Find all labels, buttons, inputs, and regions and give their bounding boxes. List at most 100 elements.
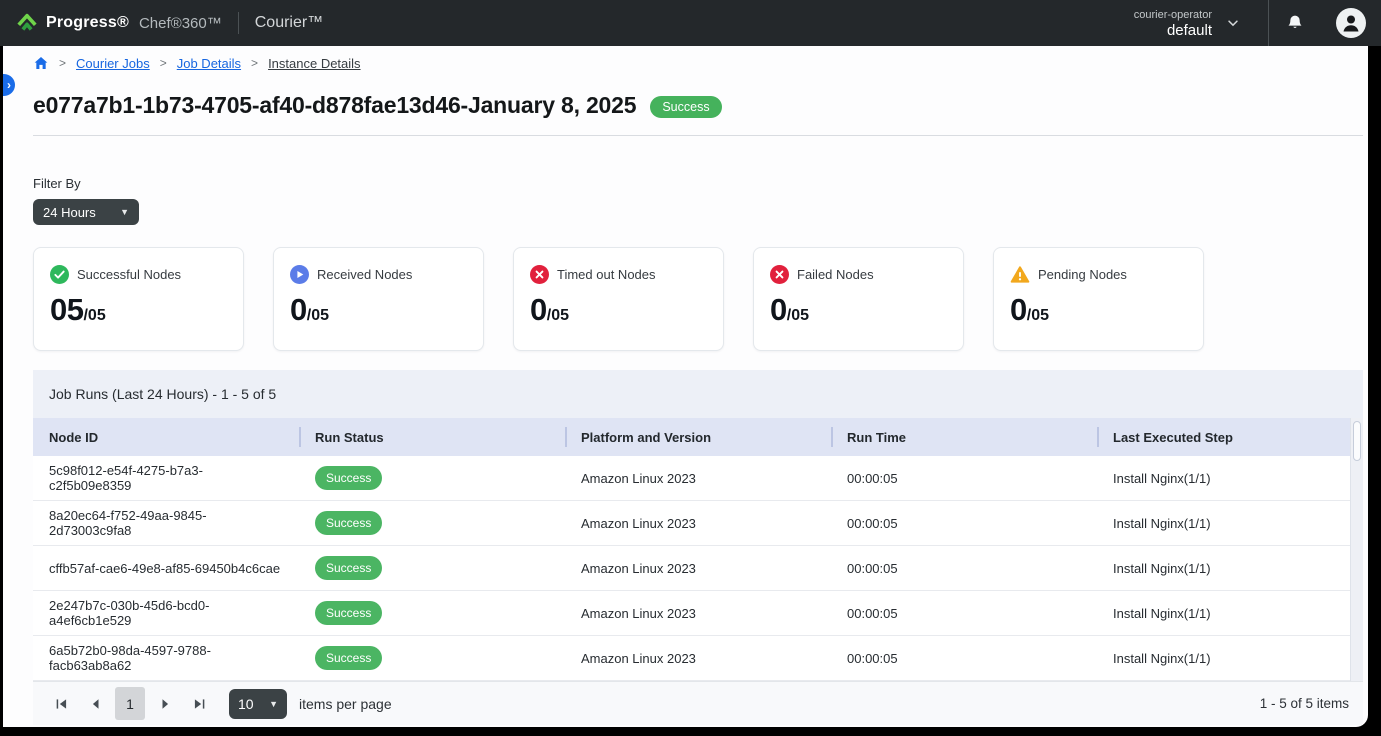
column-header-last-step[interactable]: Last Executed Step xyxy=(1097,418,1363,456)
run-status-badge: Success xyxy=(315,466,382,490)
first-page-button[interactable] xyxy=(47,688,75,720)
stat-card-failed-nodes: Failed Nodes 0/05 xyxy=(753,247,964,351)
breadcrumb-separator: > xyxy=(59,56,66,70)
notifications-button[interactable] xyxy=(1269,13,1321,33)
cell-platform: Amazon Linux 2023 xyxy=(565,561,831,576)
home-icon[interactable] xyxy=(33,55,49,71)
cell-last-step: Install Nginx(1/1) xyxy=(1097,561,1363,576)
cell-last-step: Install Nginx(1/1) xyxy=(1097,606,1363,621)
time-range-value: 24 Hours xyxy=(43,205,96,220)
cell-run-time: 00:00:05 xyxy=(831,606,1097,621)
cell-node-id: 8a20ec64-f752-49aa-9845-2d73003c9fa8 xyxy=(33,508,299,538)
table-row[interactable]: 8a20ec64-f752-49aa-9845-2d73003c9fa8 Suc… xyxy=(33,501,1363,546)
table-row[interactable]: 2e247b7c-030b-45d6-bcd0-a4ef6cb1e529 Suc… xyxy=(33,591,1363,636)
breadcrumb-separator: > xyxy=(251,56,258,70)
brand-progress: Progress® xyxy=(46,14,129,32)
stat-card-successful-nodes: Successful Nodes 05/05 xyxy=(33,247,244,351)
column-header-run-status[interactable]: Run Status xyxy=(299,418,565,456)
items-per-page-label: items per page xyxy=(299,696,392,712)
cell-last-step: Install Nginx(1/1) xyxy=(1097,516,1363,531)
breadcrumb: > Courier Jobs > Job Details > Instance … xyxy=(3,46,1368,72)
breadcrumb-job-details[interactable]: Job Details xyxy=(177,56,241,71)
page-size-select[interactable]: 10 ▼ xyxy=(229,689,287,719)
first-page-icon xyxy=(54,697,69,711)
stat-label: Successful Nodes xyxy=(77,267,181,282)
cell-last-step: Install Nginx(1/1) xyxy=(1097,471,1363,486)
avatar-icon xyxy=(1336,8,1366,38)
breadcrumb-separator: > xyxy=(160,56,167,70)
previous-page-button[interactable] xyxy=(81,688,109,720)
navbar-divider xyxy=(238,12,239,34)
table-row[interactable]: 6a5b72b0-98da-4597-9788-facb63ab8a62 Suc… xyxy=(33,636,1363,681)
chevron-left-icon xyxy=(90,698,101,710)
stat-value: 05/05 xyxy=(50,292,227,328)
caret-down-icon: ▼ xyxy=(120,207,129,217)
chevron-right-icon xyxy=(160,698,171,710)
top-navbar: Progress® Chef®360™ Courier™ courier-oper… xyxy=(0,0,1381,46)
brand-chef: Chef®360™ xyxy=(139,15,222,32)
job-runs-table: Job Runs (Last 24 Hours) - 1 - 5 of 5 No… xyxy=(33,370,1363,725)
breadcrumb-instance-details[interactable]: Instance Details xyxy=(268,56,361,71)
run-status-badge: Success xyxy=(315,601,382,625)
column-header-platform[interactable]: Platform and Version xyxy=(565,418,831,456)
table-header-row: Node ID Run Status Platform and Version … xyxy=(33,418,1363,456)
last-page-button[interactable] xyxy=(185,688,213,720)
run-status-badge: Success xyxy=(315,646,382,670)
column-header-node-id[interactable]: Node ID xyxy=(33,418,299,456)
stats-cards: Successful Nodes 05/05 Received Nodes 0/… xyxy=(33,247,1368,351)
filter-by-label: Filter By xyxy=(33,176,1368,191)
cell-node-id: 5c98f012-e54f-4275-b7a3-c2f5b09e8359 xyxy=(33,463,299,493)
check-circle-icon xyxy=(50,265,69,284)
user-menu-button[interactable] xyxy=(1321,8,1381,38)
cell-platform: Amazon Linux 2023 xyxy=(565,471,831,486)
user-tenant: default xyxy=(1134,22,1212,39)
x-circle-icon xyxy=(530,265,549,284)
brand: Progress® Chef®360™ xyxy=(16,12,222,34)
cell-run-time: 00:00:05 xyxy=(831,516,1097,531)
last-page-icon xyxy=(192,697,207,711)
cell-node-id: 6a5b72b0-98da-4597-9788-facb63ab8a62 xyxy=(33,643,299,673)
job-status-badge: Success xyxy=(650,96,721,118)
sidebar-expand-button[interactable]: › xyxy=(3,74,15,96)
user-role: courier-operator xyxy=(1134,8,1212,22)
page-size-value: 10 xyxy=(238,696,254,712)
caret-down-icon: ▼ xyxy=(269,699,278,709)
column-header-run-time[interactable]: Run Time xyxy=(831,418,1097,456)
stat-label: Failed Nodes xyxy=(797,267,874,282)
main-content: › > Courier Jobs > Job Details > Instanc… xyxy=(3,46,1368,727)
table-scrollbar[interactable] xyxy=(1350,418,1363,681)
cell-run-time: 00:00:05 xyxy=(831,471,1097,486)
next-page-button[interactable] xyxy=(151,688,179,720)
scrollbar-thumb[interactable] xyxy=(1353,421,1361,461)
stat-card-timed-out-nodes: Timed out Nodes 0/05 xyxy=(513,247,724,351)
play-circle-icon xyxy=(290,265,309,284)
page-title: e077a7b1-1b73-4705-af40-d878fae13d46-Jan… xyxy=(33,92,636,119)
warning-triangle-icon xyxy=(1010,265,1030,284)
tenant-switcher[interactable]: courier-operator default xyxy=(1134,8,1212,39)
time-range-select[interactable]: 24 Hours ▼ xyxy=(33,199,139,225)
table-row[interactable]: 5c98f012-e54f-4275-b7a3-c2f5b09e8359 Suc… xyxy=(33,456,1363,501)
cell-last-step: Install Nginx(1/1) xyxy=(1097,651,1363,666)
cell-platform: Amazon Linux 2023 xyxy=(565,606,831,621)
stat-card-received-nodes: Received Nodes 0/05 xyxy=(273,247,484,351)
x-circle-icon xyxy=(770,265,789,284)
table-title: Job Runs (Last 24 Hours) - 1 - 5 of 5 xyxy=(33,370,1363,418)
cell-node-id: 2e247b7c-030b-45d6-bcd0-a4ef6cb1e529 xyxy=(33,598,299,628)
stat-value: 0/05 xyxy=(1010,292,1187,328)
run-status-badge: Success xyxy=(315,511,382,535)
stat-label: Pending Nodes xyxy=(1038,267,1127,282)
progress-logo-icon xyxy=(16,12,38,34)
cell-node-id: cffb57af-cae6-49e8-af85-69450b4c6cae xyxy=(33,561,299,576)
breadcrumb-courier-jobs[interactable]: Courier Jobs xyxy=(76,56,150,71)
stat-value: 0/05 xyxy=(530,292,707,328)
brand-product: Courier™ xyxy=(255,14,323,32)
stat-label: Timed out Nodes xyxy=(557,267,656,282)
stat-value: 0/05 xyxy=(290,292,467,328)
chevron-down-icon[interactable] xyxy=(1226,16,1240,30)
table-row[interactable]: cffb57af-cae6-49e8-af85-69450b4c6cae Suc… xyxy=(33,546,1363,591)
cell-run-time: 00:00:05 xyxy=(831,651,1097,666)
title-divider xyxy=(33,135,1363,136)
cell-platform: Amazon Linux 2023 xyxy=(565,516,831,531)
run-status-badge: Success xyxy=(315,556,382,580)
page-number-button[interactable]: 1 xyxy=(115,687,145,720)
